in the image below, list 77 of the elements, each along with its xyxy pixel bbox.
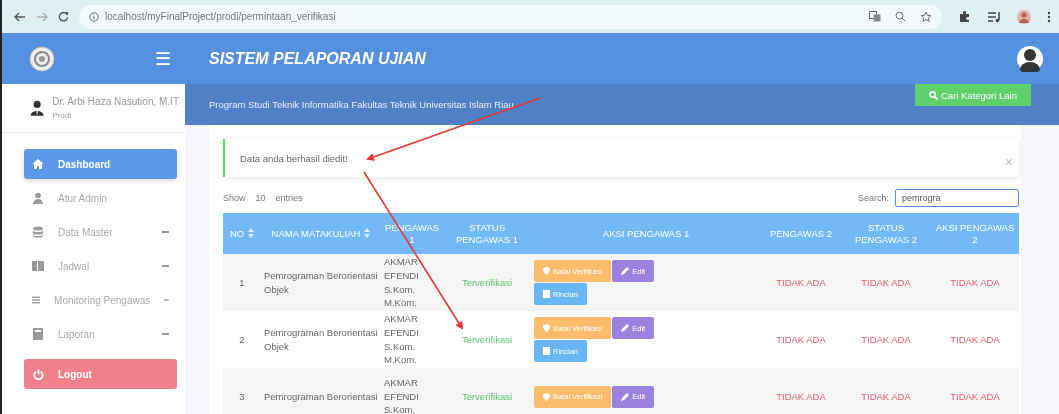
page-subtitle: Program Studi Teknik Informatika Fakultas Teknik Universitas Islam Riau (209, 99, 514, 110)
back-icon[interactable] (14, 11, 26, 22)
entries-label: entries (275, 193, 303, 203)
playlist-icon[interactable] (987, 10, 1001, 23)
logout-button[interactable]: Logout (24, 359, 177, 389)
sidebar-item[interactable]: Atur Admin (24, 183, 177, 213)
logo-icon (29, 45, 55, 72)
table-cell: Pemrograman Berorientasi Objek (261, 311, 381, 368)
sidebar-item[interactable]: Monitoring Pengawas (24, 285, 177, 315)
menu-toggle[interactable]: ☰ (155, 47, 171, 70)
table-cell: TIDAK ADA (931, 368, 1019, 414)
column-header[interactable]: NO (223, 213, 261, 254)
table-cell: Pemrograman Berorientasi Objek (261, 254, 381, 311)
search-icon (928, 90, 938, 100)
table-cell: TIDAK ADA (761, 311, 841, 368)
sidebar-item[interactable]: Jadwal (24, 251, 177, 281)
column-header[interactable]: STATUS PENGAWAS 1 (443, 213, 531, 254)
pencil-icon (621, 267, 630, 275)
person-icon (32, 192, 44, 204)
table-cell: 1 (223, 254, 261, 311)
close-button[interactable]: × (1004, 154, 1013, 170)
table-cell: 3 (223, 368, 261, 414)
status-text: Terverifikasi (443, 368, 531, 414)
pencil-icon (621, 392, 630, 401)
column-header[interactable]: NAMA MATAKULIAH (261, 213, 381, 254)
info-icon (89, 11, 99, 22)
address-bar[interactable]: localhost/myFinalProject/prodi/permintaan_verifikasi (79, 4, 942, 29)
entries-select[interactable]: 10 (251, 193, 270, 203)
shield-icon (543, 267, 550, 275)
search-category-button[interactable]: Cari Kategori Lain (914, 84, 1031, 106)
column-header[interactable]: AKSI PENGAWAS 2 (931, 213, 1019, 254)
table-cell: TIDAK ADA (841, 368, 931, 414)
translate-icon[interactable] (869, 11, 881, 22)
shield-icon (543, 392, 550, 401)
search-label: Search: (857, 193, 889, 203)
table-cell: TIDAK ADA (761, 254, 841, 311)
pencil-icon (621, 324, 630, 332)
column-header[interactable]: STATUS PENGAWAS 2 (841, 213, 931, 254)
table-cell: TIDAK ADA (931, 311, 1019, 368)
sidebar-item[interactable]: Laporan (24, 319, 177, 349)
more-icon[interactable] (1047, 10, 1051, 23)
table-cell: TIDAK ADA (761, 368, 841, 414)
table-cell: TIDAK ADA (841, 254, 931, 311)
show-label: Show (223, 193, 246, 203)
document-icon (543, 290, 550, 298)
column-header[interactable]: AKSI PENGAWAS 1 (531, 213, 761, 254)
column-header[interactable]: PENGAWAS 2 (761, 213, 841, 254)
search-field[interactable]: pemrogra (895, 189, 1019, 207)
app-title: SISTEM PELAPORAN UJIAN (209, 49, 426, 68)
table-cell: TIDAK ADA (931, 254, 1019, 311)
user-role: Prodi (52, 111, 72, 120)
zoom-icon[interactable] (895, 11, 906, 22)
home-icon (32, 158, 44, 170)
table-cell: TIDAK ADA (841, 311, 931, 368)
list-icon (32, 294, 41, 306)
star-icon[interactable] (920, 10, 932, 23)
status-text: Terverifikasi (443, 311, 531, 368)
database-icon (32, 226, 44, 238)
table-cell: 2 (223, 311, 261, 368)
profile-avatar-icon[interactable] (1017, 9, 1031, 24)
sidebar-item[interactable]: Dashboard (24, 149, 177, 179)
table-cell: AKMAR EFENDI S.Kom. M.Kom. (381, 254, 443, 311)
user-avatar-icon[interactable] (1017, 45, 1043, 72)
document-icon (543, 347, 550, 355)
reload-icon[interactable] (58, 11, 69, 22)
power-icon (33, 368, 44, 380)
user-name: Dr. Arbi Haza Nasution, M.IT (52, 96, 179, 107)
sidebar-item[interactable]: Data Master (24, 217, 177, 247)
book-icon (32, 328, 44, 340)
columns-icon (32, 260, 44, 272)
puzzle-icon[interactable] (958, 10, 971, 23)
table-cell: AKMAR EFENDI S.Kom. M.Kom. (381, 311, 443, 368)
alert-message: Data anda berhasil diedit! (240, 152, 348, 164)
table-cell: AKMAR EFENDI S.Kom. (381, 368, 443, 414)
status-text: Terverifikasi (443, 254, 531, 311)
shield-icon (543, 324, 550, 332)
table-cell: Pemrograman Berorientasi (261, 368, 381, 414)
